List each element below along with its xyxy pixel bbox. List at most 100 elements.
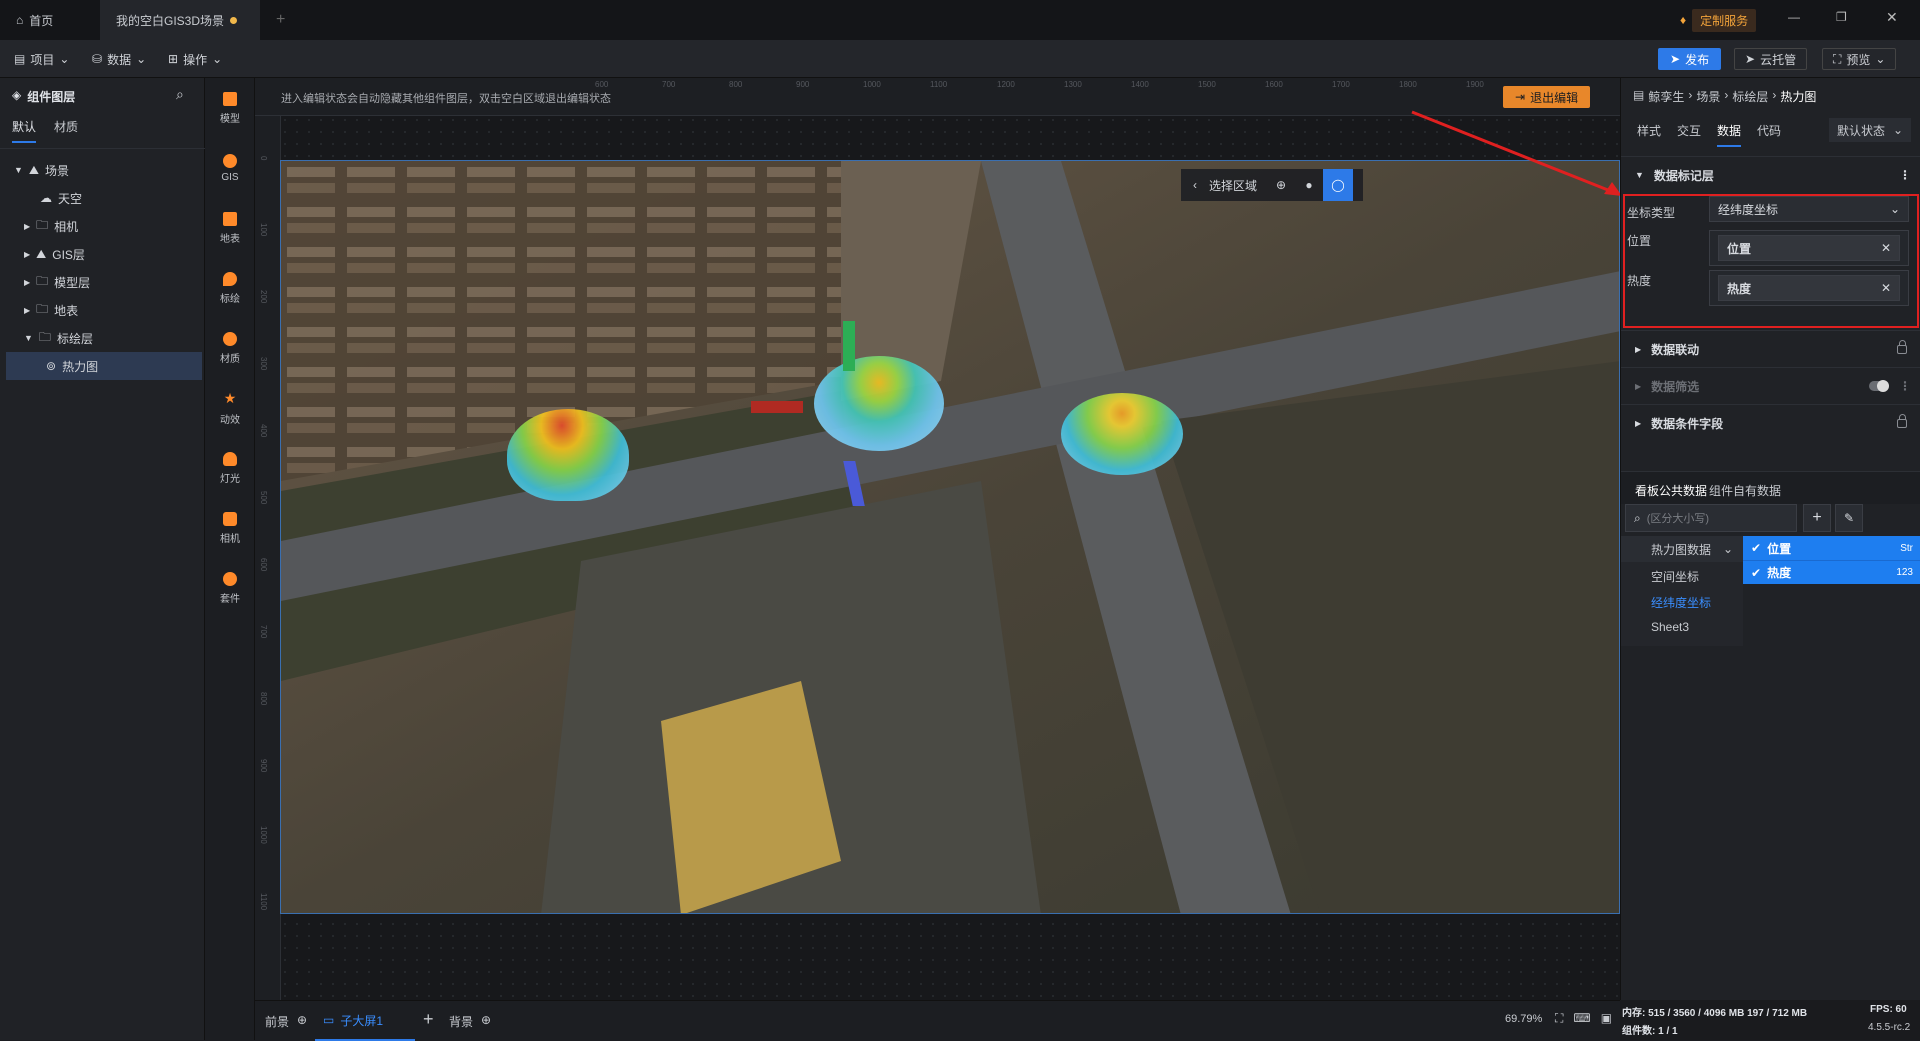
section-filter[interactable]: ▶ 数据筛选 ⋮ (1621, 367, 1920, 404)
close-icon[interactable]: ✕ (1886, 9, 1898, 26)
fit-screen-icon[interactable]: ⛶ (1555, 1011, 1563, 1026)
ruler-tick-label: 1900 (1466, 80, 1484, 89)
effect-button[interactable]: ★ 动效 (205, 380, 255, 436)
tab-code[interactable]: 代码 (1757, 122, 1781, 147)
gizmo-y-axis[interactable] (843, 321, 855, 371)
kit-button[interactable]: 套件 (205, 560, 255, 616)
tab-home[interactable]: ⌂ 首页 (0, 0, 78, 40)
mountain-icon: ⛰ (36, 246, 47, 261)
menu-project[interactable]: ▤ 项目 ⌄ (14, 48, 69, 70)
sub-screen-tab[interactable]: ▭ 子大屏1 (315, 1001, 415, 1041)
menu-data[interactable]: ⛁ 数据 ⌄ (92, 48, 146, 70)
camera-button[interactable]: 相机 (205, 500, 255, 556)
dataset-item[interactable]: 经纬度坐标 (1651, 594, 1711, 611)
search-icon[interactable]: ⌕ (176, 86, 184, 103)
tree-item-terrain[interactable]: ▶ 🗀 地表 (0, 296, 205, 324)
doc-icon: ▤ (1633, 88, 1645, 102)
tree-item-gis-layer[interactable]: ▶ ⛰ GIS层 (0, 240, 205, 268)
layer-tab-default[interactable]: 默认 (12, 118, 37, 143)
property-panel: ▤ 鲸孪生 › 场景 › 标绘层 › 热力图 样式 交互 数据 代码 默认状态 ⌄ ▼ 数… (1620, 78, 1920, 1000)
dataset-item[interactable]: Sheet3 (1651, 620, 1689, 634)
background-tab[interactable]: 背景 ⊕ (449, 1013, 491, 1030)
add-tab-icon[interactable]: + (276, 11, 285, 29)
tree-item-camera[interactable]: ▶ 🗀 相机 (0, 212, 205, 240)
model-button[interactable]: 模型 (205, 80, 255, 136)
cloud-hosting-button[interactable]: ➤ 云托管 (1734, 48, 1808, 70)
close-icon[interactable]: ✕ (1881, 281, 1891, 295)
tree-item-sky[interactable]: ☁ 天空 (0, 184, 205, 212)
gis-button[interactable]: GIS (205, 140, 255, 196)
layer-tab-material[interactable]: 材质 (54, 118, 78, 135)
tab-style[interactable]: 样式 (1637, 122, 1661, 147)
tab-board-public-data[interactable]: 看板公共数据 (1635, 482, 1707, 499)
check-icon: ✔ (1751, 541, 1762, 555)
grid-icon: ⊞ (168, 52, 179, 66)
minimize-icon[interactable]: — (1788, 10, 1800, 24)
heatmap-blob[interactable] (507, 409, 629, 501)
menu-operation[interactable]: ⊞ 操作 ⌄ (168, 48, 222, 70)
tree-item-heatmap[interactable]: ⊚ 热力图 (6, 352, 202, 380)
gizmo-x-axis[interactable] (751, 401, 803, 413)
chevron-left-icon[interactable]: ‹ (1181, 178, 1209, 192)
custom-service-button[interactable]: ♦ 定制服务 (1680, 8, 1757, 32)
restore-icon[interactable]: ❐ (1836, 10, 1847, 24)
section-data-marker[interactable]: ▼ 数据标记层 ⋮ (1621, 156, 1920, 193)
layer-panel: ◈ 组件图层 ⌕ 默认 材质 ▼ ⛰ 场景 ☁ 天空 ▶ 🗀 相机 ▶ ⛰ GIS层 ▶ 🗀 模型层… (0, 78, 205, 1040)
section-linkage[interactable]: ▶ 数据联动 (1621, 330, 1920, 367)
globe-icon[interactable]: ⊕ (1267, 178, 1295, 192)
satellite-scene (281, 161, 1619, 913)
more-icon[interactable]: ⋮ (1899, 168, 1911, 182)
add-screen-icon[interactable]: + (423, 1009, 434, 1030)
foreground-tab[interactable]: 前景 ⊕ (265, 1013, 307, 1030)
dataset-item[interactable]: 空间坐标 (1651, 568, 1699, 585)
add-circle-icon[interactable]: ⊕ (481, 1013, 491, 1030)
chevron-down-icon: ⌄ (1875, 52, 1886, 66)
section-condition[interactable]: ▶ 数据条件字段 (1621, 404, 1920, 441)
keyboard-icon[interactable]: ⌨ (1573, 1011, 1590, 1026)
unsaved-dot-icon (230, 16, 238, 24)
data-search-input[interactable]: ⌕ (区分大小写) (1625, 504, 1797, 532)
heatmap-blob[interactable] (814, 356, 944, 451)
ruler-tick-label: 900 (259, 759, 268, 773)
caret-down-icon: ▼ (24, 333, 33, 343)
heat-field-chip[interactable]: 热度 ✕ (1718, 275, 1900, 301)
state-dropdown[interactable]: 默认状态 ⌄ (1829, 118, 1911, 142)
close-icon[interactable]: ✕ (1881, 241, 1891, 255)
tree-item-scene[interactable]: ▼ ⛰ 场景 (0, 156, 205, 184)
light-button[interactable]: 灯光 (205, 440, 255, 496)
heat-drop-zone[interactable]: 热度 ✕ (1709, 270, 1909, 306)
tab-data[interactable]: 数据 (1717, 122, 1742, 147)
annotation-arrow (1411, 110, 1622, 196)
coord-type-select[interactable]: 经纬度坐标 ⌄ (1709, 196, 1909, 222)
tab-own-data[interactable]: 组件自有数据 (1709, 482, 1781, 499)
ring-icon[interactable]: ◯ (1323, 169, 1354, 201)
heat-label: 热度 (1627, 274, 1652, 288)
gis-3d-viewport[interactable]: ‹ 选择区域 ⊕ ● ◯ (280, 160, 1620, 914)
dataset-item[interactable]: 热力图数据 ⌄ (1621, 536, 1743, 562)
material-button[interactable]: 材质 (205, 320, 255, 376)
heatmap-blob[interactable] (1061, 393, 1183, 475)
tree-item-plot-layer[interactable]: ▼ 🗀 标绘层 (0, 324, 205, 352)
tree-item-model-layer[interactable]: ▶ 🗀 模型层 (0, 268, 205, 296)
field-row[interactable]: ✔ 位置 Str (1743, 536, 1920, 560)
filter-toggle[interactable] (1869, 380, 1889, 392)
circle-icon[interactable]: ● (1295, 178, 1323, 192)
zoom-level[interactable]: 69.79% (1505, 1013, 1542, 1025)
publish-button[interactable]: ➤ 发布 (1658, 48, 1722, 70)
edit-icon[interactable]: ✎ (1835, 504, 1863, 532)
add-data-button[interactable]: + (1803, 504, 1831, 532)
field-row[interactable]: ✔ 热度 123 (1743, 560, 1920, 584)
terminal-icon[interactable]: ▣ (1601, 1011, 1612, 1026)
terrain-button[interactable]: 地表 (205, 200, 255, 256)
tab-scene[interactable]: 我的空白GIS3D场景 (100, 0, 260, 40)
position-drop-zone[interactable]: 位置 ✕ (1709, 230, 1909, 266)
camera-icon (223, 511, 237, 526)
position-field-chip[interactable]: 位置 ✕ (1718, 235, 1900, 261)
add-circle-icon[interactable]: ⊕ (297, 1013, 307, 1030)
preview-button[interactable]: ⛶ 预览 ⌄ (1822, 48, 1897, 70)
more-icon[interactable]: ⋮ (1899, 379, 1911, 393)
ruler-tick-label: 1100 (259, 893, 268, 911)
ruler-tick-label: 0 (259, 156, 268, 161)
plot-button[interactable]: 标绘 (205, 260, 255, 316)
tab-interaction[interactable]: 交互 (1677, 122, 1701, 147)
